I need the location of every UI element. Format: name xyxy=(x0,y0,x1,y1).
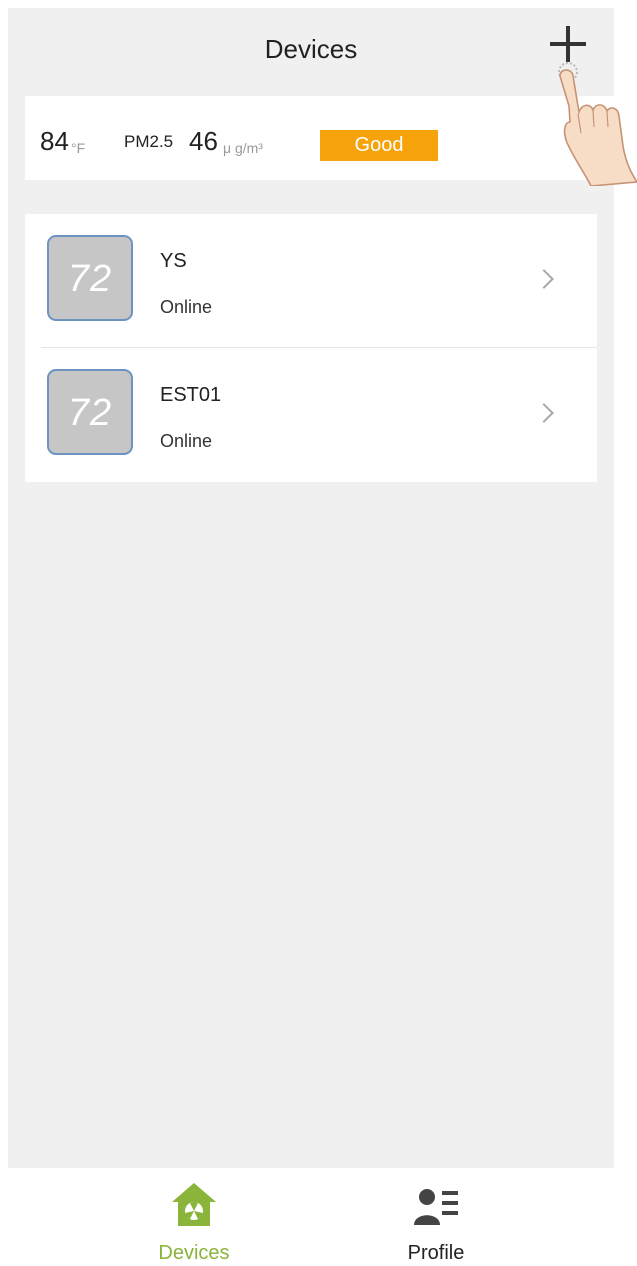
chevron-right-icon xyxy=(534,269,554,289)
home-icon xyxy=(172,1183,216,1226)
tab-bar: Devices Profile xyxy=(0,1168,637,1266)
chevron-right-icon xyxy=(534,403,554,423)
device-status: Online xyxy=(160,297,213,317)
air-quality-card: 84 °F PM2.5 46 μ g/m³ Good xyxy=(25,96,614,180)
app-screen: Devices 84 °F PM2.5 46 μ g/m³ Good 72 YS… xyxy=(8,8,614,1168)
device-row[interactable]: 72 YS Online xyxy=(25,214,597,348)
profile-icon xyxy=(414,1189,458,1225)
device-name: YS xyxy=(160,250,187,272)
device-name: EST01 xyxy=(160,384,222,406)
air-quality-badge: Good xyxy=(320,130,438,161)
tab-profile[interactable]: Profile xyxy=(366,1168,506,1266)
device-list: 72 YS Online 72 EST01 Online xyxy=(25,214,597,482)
tap-hand-icon xyxy=(558,62,637,186)
thermostat-thumbnail: 72 xyxy=(47,235,133,321)
device-status: Online xyxy=(160,431,213,451)
tab-label: Profile xyxy=(407,1242,465,1264)
tab-devices[interactable]: Devices xyxy=(124,1168,264,1266)
pm-unit: μ g/m³ xyxy=(223,140,263,156)
thermostat-thumbnail: 72 xyxy=(47,369,133,455)
pm-value: 46 xyxy=(189,126,218,156)
temperature-unit: °F xyxy=(71,140,86,156)
page-title: Devices xyxy=(264,34,358,64)
pm-label: PM2.5 xyxy=(124,132,174,151)
tab-label: Devices xyxy=(158,1242,230,1264)
temperature-value: 84 xyxy=(40,126,69,156)
device-row[interactable]: 72 EST01 Online xyxy=(25,348,597,482)
thermostat-display-text: 72 xyxy=(67,392,113,434)
thermostat-display-text: 72 xyxy=(67,258,113,300)
